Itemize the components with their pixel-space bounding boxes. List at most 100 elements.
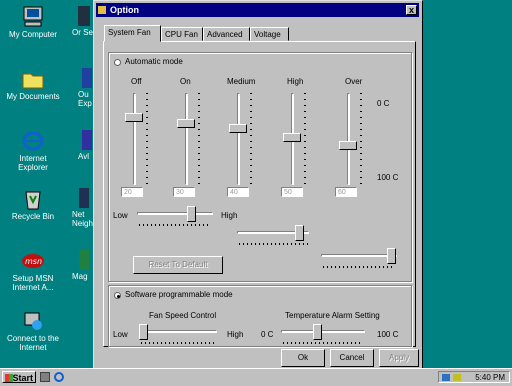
cancel-button[interactable]: Cancel — [330, 349, 374, 367]
ok-button[interactable]: Ok — [281, 349, 325, 367]
tab-voltage[interactable]: Voltage — [250, 27, 289, 41]
speaker-icon[interactable] — [453, 374, 461, 381]
network-wizard-icon — [21, 310, 45, 332]
software-mode-label: Software programmable mode — [125, 290, 233, 299]
desktop-icon-label: My Computer — [8, 30, 57, 39]
start-button[interactable]: Start — [2, 371, 36, 383]
fan-low-label: Low — [113, 330, 128, 339]
tab-system-fan[interactable]: System Fan — [104, 25, 161, 42]
app-icon — [79, 250, 89, 270]
network-icon[interactable] — [442, 374, 450, 381]
slider-track — [281, 330, 365, 333]
close-button[interactable]: x — [406, 5, 417, 15]
windows-logo-icon — [5, 374, 13, 382]
slider-track — [321, 254, 397, 257]
level-label: Over — [345, 77, 363, 86]
slider-track — [185, 93, 188, 185]
show-desktop-icon[interactable] — [40, 372, 50, 382]
automatic-mode-radio[interactable] — [114, 59, 121, 66]
connect-internet-icon[interactable]: Connect to the Internet — [0, 310, 68, 352]
slider-thumb[interactable] — [295, 225, 304, 241]
clock[interactable]: 5:40 PM — [475, 373, 505, 382]
software-mode-group: Software programmable mode Fan Speed Con… — [108, 285, 412, 347]
ie-quicklaunch-icon[interactable] — [54, 372, 64, 382]
over-value-field[interactable]: 60 — [335, 187, 357, 197]
slider-track — [137, 212, 213, 215]
high-label: High — [221, 211, 238, 220]
medium-value-field[interactable]: 40 — [227, 187, 249, 197]
desktop-icon-label: Connect to the Internet — [6, 334, 60, 352]
computer-icon — [21, 6, 45, 28]
desktop-icon-label: My Documents — [6, 92, 60, 101]
option-dialog: Option x System Fan CPU Fan Advanced Vol… — [93, 0, 423, 370]
slider-track — [237, 93, 240, 185]
app-icon — [78, 6, 90, 26]
slider-ticks — [141, 342, 215, 344]
app-icon — [98, 6, 106, 14]
desktop-icon-label: Recycle Bin — [11, 212, 55, 221]
slider-ticks — [139, 224, 211, 226]
temperature-alarm-label: Temperature Alarm Setting — [285, 311, 380, 320]
slider-thumb[interactable] — [339, 141, 357, 150]
slider-thumb[interactable] — [139, 324, 148, 340]
level-label: Off — [131, 77, 142, 86]
slider-track — [347, 93, 350, 185]
taskbar: Start 5:40 PM — [0, 368, 512, 386]
level-label: High — [287, 77, 304, 86]
automatic-mode-label: Automatic mode — [125, 57, 183, 66]
system-tray: 5:40 PM — [438, 371, 510, 383]
alarm-min-label: 0 C — [261, 330, 274, 339]
slider-ticks — [360, 93, 362, 185]
app-icon — [79, 188, 89, 208]
automatic-mode-group: Automatic mode Off On Medium High Over 0… — [108, 52, 412, 282]
folder-icon — [21, 68, 45, 90]
slider-thumb[interactable] — [313, 324, 322, 340]
slider-ticks — [198, 93, 200, 185]
recycle-bin-icon[interactable]: Recycle Bin — [0, 188, 68, 221]
msn-logo-icon: msn — [21, 250, 45, 272]
internet-explorer-icon[interactable]: Internet Explorer — [0, 130, 68, 172]
slider-thumb[interactable] — [125, 113, 143, 122]
low-label: Low — [113, 211, 128, 220]
system-fan-panel: Automatic mode Off On Medium High Over 0… — [103, 41, 416, 347]
slider-thumb[interactable] — [177, 119, 195, 128]
tab-cpu-fan[interactable]: CPU Fan — [161, 27, 203, 41]
slider-thumb[interactable] — [187, 206, 196, 222]
fan-speed-control-label: Fan Speed Control — [149, 311, 217, 320]
desktop-icon-label: Internet Explorer — [18, 154, 48, 172]
tab-advanced[interactable]: Advanced — [203, 27, 250, 41]
svg-text:msn: msn — [25, 257, 42, 266]
slider-ticks — [239, 243, 309, 245]
trash-icon — [21, 188, 45, 210]
slider-track — [133, 93, 136, 185]
slider-ticks — [146, 93, 148, 185]
app-icon — [82, 68, 92, 88]
slider-ticks — [323, 266, 393, 268]
reset-to-default-button[interactable]: Reset To Default — [133, 256, 223, 274]
slider-ticks — [304, 93, 306, 185]
off-value-field[interactable]: 20 — [121, 187, 143, 197]
apply-button[interactable]: Apply — [379, 349, 419, 367]
slider-ticks — [283, 342, 363, 344]
setup-msn-icon[interactable]: msn Setup MSN Internet A... — [0, 250, 68, 292]
slider-ticks — [250, 93, 252, 185]
level-label: On — [180, 77, 191, 86]
software-mode-radio[interactable] — [114, 292, 121, 299]
start-label: Start — [12, 373, 33, 383]
my-documents-icon[interactable]: My Documents — [0, 68, 68, 101]
fan-high-label: High — [227, 330, 244, 339]
dialog-title: Option — [110, 5, 139, 15]
high-value-field[interactable]: 50 — [281, 187, 303, 197]
my-computer-icon[interactable]: My Computer — [0, 6, 68, 39]
on-value-field[interactable]: 30 — [173, 187, 195, 197]
app-icon — [82, 130, 92, 150]
slider-thumb[interactable] — [283, 133, 301, 142]
scale-top-label: 0 C — [377, 99, 390, 108]
slider-track — [139, 330, 217, 333]
ie-logo-icon — [21, 130, 45, 152]
level-label: Medium — [227, 77, 256, 86]
slider-thumb[interactable] — [387, 248, 396, 264]
slider-thumb[interactable] — [229, 124, 247, 133]
title-bar[interactable]: Option x — [96, 3, 419, 17]
desktop-icon-label: Setup MSN Internet A... — [12, 274, 54, 292]
